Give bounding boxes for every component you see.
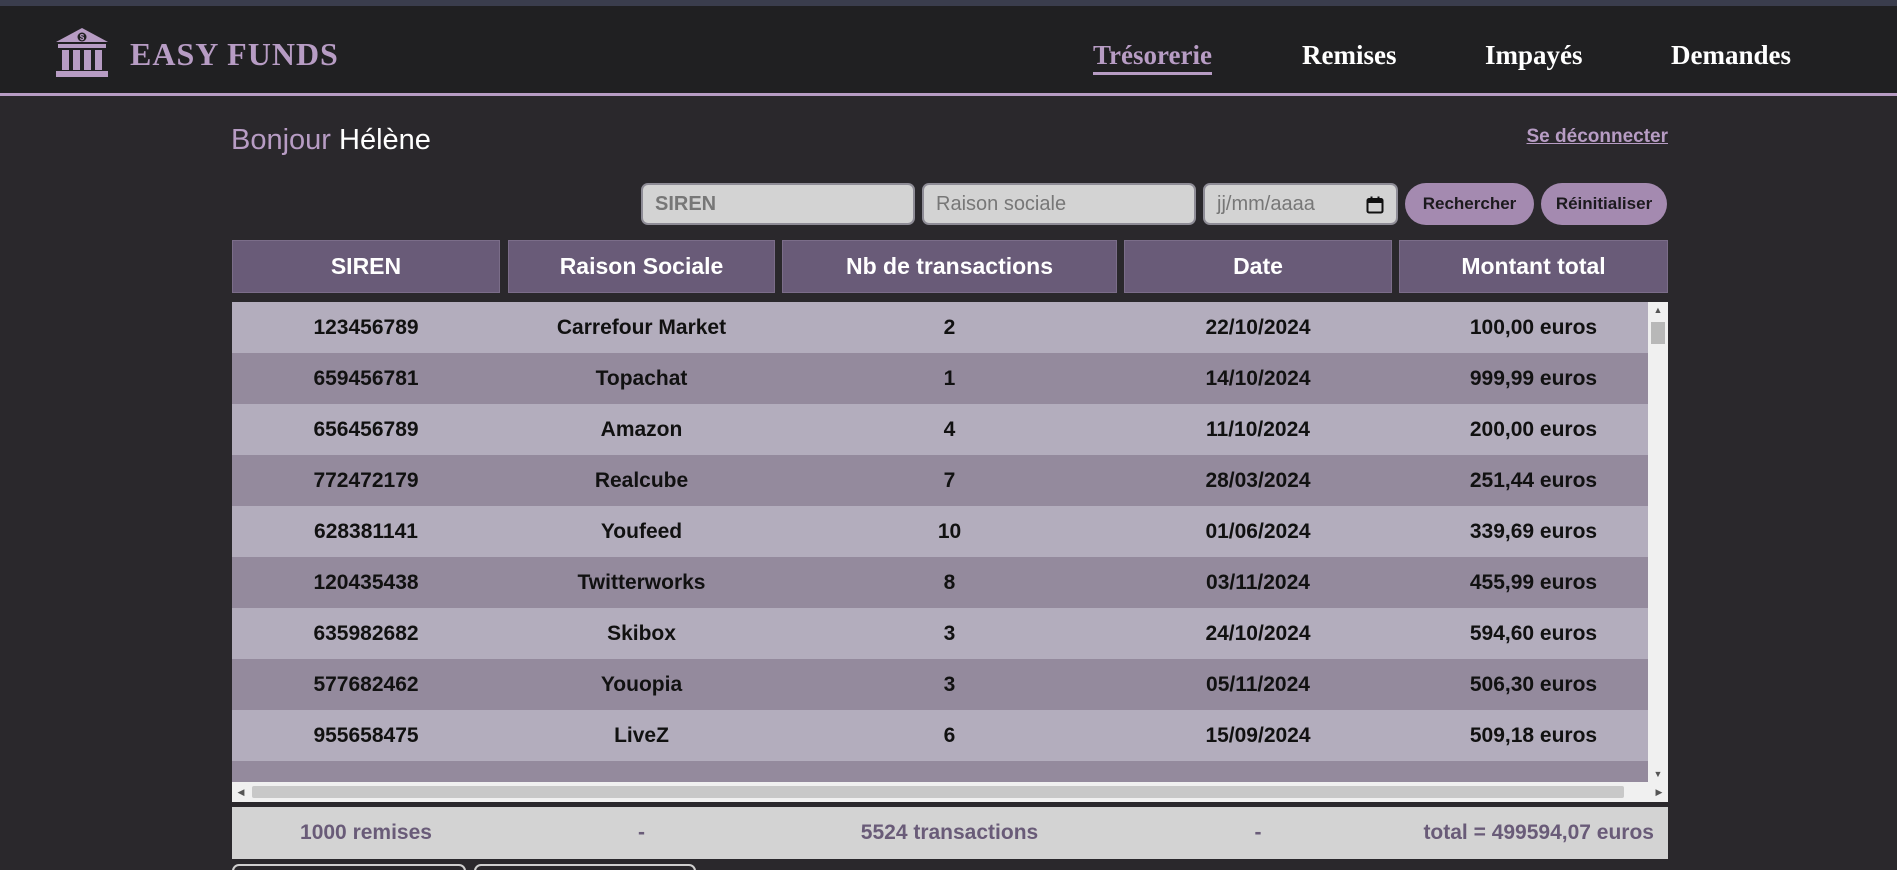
cell-siren: 772472179 <box>313 468 419 492</box>
logo[interactable]: $ EASY FUNDS <box>54 26 339 83</box>
cell-montant-total: 251,44 euros <box>1469 468 1598 492</box>
cell-date: 11/10/2024 <box>1206 417 1310 441</box>
cell-raison-sociale: Skibox <box>607 621 676 645</box>
cell-montant-total: 455,99 euros <box>1469 570 1598 594</box>
user-name: Hélène <box>339 124 431 156</box>
scroll-down-arrow-icon[interactable]: ▼ <box>1648 766 1668 782</box>
cell-nb-transactions: 1 <box>943 366 956 390</box>
cell-siren: 120435438 <box>313 570 419 594</box>
cell-nb-transactions: 10 <box>937 519 962 543</box>
cell-montant-total: 999,99 euros <box>1469 366 1598 390</box>
summary-remises: 1000 remises <box>300 821 432 844</box>
svg-text:$: $ <box>80 33 85 42</box>
cell-siren: 635982682 <box>313 621 419 645</box>
bank-icon: $ <box>54 26 110 83</box>
cell-date: 14/10/2024 <box>1205 366 1311 390</box>
table-row[interactable]: 659456781 Topachat 1 14/10/2024 999,99 euros <box>232 353 1648 404</box>
table-summary: 1000 remises - 5524 transactions - total… <box>232 807 1668 859</box>
cell-nb-transactions: 6 <box>943 723 956 747</box>
cell-siren: 577682462 <box>313 672 419 696</box>
cell-nb-transactions: 7 <box>943 468 956 492</box>
cell-siren: 659456781 <box>313 366 419 390</box>
nav-impayes[interactable]: Impayés <box>1485 40 1583 71</box>
table-row[interactable]: 656456789 Amazon 4 11/10/2024 200,00 euros <box>232 404 1648 455</box>
greeting: Bonjour Hélène <box>231 124 431 157</box>
cell-date: 01/06/2024 <box>1205 519 1311 543</box>
column-header-raison-sociale[interactable]: Raison Sociale <box>508 240 775 293</box>
greeting-prefix: Bonjour <box>231 124 331 156</box>
cell-nb-transactions: 3 <box>943 672 956 696</box>
cell-raison-sociale: Twitterworks <box>577 570 706 594</box>
cell-nb-transactions: 3 <box>943 621 956 645</box>
logout-link[interactable]: Se déconnecter <box>1527 126 1669 148</box>
cell-montant-total: 200,00 euros <box>1469 417 1598 441</box>
cell-siren: 123456789 <box>313 315 419 339</box>
siren-input[interactable] <box>641 183 915 225</box>
raison-sociale-input[interactable] <box>922 183 1196 225</box>
column-header-siren[interactable]: SIREN <box>232 240 500 293</box>
table-row[interactable]: 577682462 Youopia 3 05/11/2024 506,30 euros <box>232 659 1648 710</box>
scroll-right-arrow-icon[interactable]: ▶ <box>1650 782 1668 802</box>
summary-total: total = 499594,07 euros <box>1423 821 1654 844</box>
cell-raison-sociale: Youopia <box>600 672 683 696</box>
horizontal-scroll-thumb[interactable] <box>252 786 1624 798</box>
column-header-montant-total[interactable]: Montant total <box>1399 240 1668 293</box>
table-row[interactable]: 120435438 Twitterworks 8 03/11/2024 455,99 e… <box>232 557 1648 608</box>
pagination-button[interactable] <box>232 864 466 870</box>
reset-button[interactable]: Réinitialiser <box>1541 183 1667 225</box>
cell-date: 28/03/2024 <box>1205 468 1311 492</box>
table-row[interactable] <box>232 761 1648 782</box>
cell-siren: 656456789 <box>313 417 419 441</box>
table-row[interactable]: 123456789 Carrefour Market 2 22/10/2024 100,… <box>232 302 1648 353</box>
cell-montant-total: 339,69 euros <box>1469 519 1598 543</box>
cell-date: 05/11/2024 <box>1206 672 1310 696</box>
horizontal-scrollbar[interactable]: ◀ ▶ <box>232 782 1668 802</box>
date-input[interactable]: jj/mm/aaaa <box>1203 183 1398 225</box>
table-body[interactable]: 123456789 Carrefour Market 2 22/10/2024 100,… <box>232 302 1668 802</box>
table-header: SIREN Raison Sociale Nb de transactions … <box>232 240 1668 293</box>
summary-transactions: 5524 transactions <box>860 821 1039 844</box>
cell-raison-sociale: Carrefour Market <box>556 315 727 339</box>
cell-nb-transactions: 4 <box>943 417 956 441</box>
calendar-icon[interactable] <box>1366 196 1384 214</box>
column-header-nb-transactions[interactable]: Nb de transactions <box>782 240 1117 293</box>
cell-montant-total: 509,18 euros <box>1469 723 1598 747</box>
vertical-scroll-thumb[interactable] <box>1651 322 1665 344</box>
search-button[interactable]: Rechercher <box>1405 183 1534 225</box>
cell-date: 15/09/2024 <box>1205 723 1311 747</box>
summary-separator: - <box>638 821 645 844</box>
cell-nb-transactions: 2 <box>943 315 956 339</box>
table-row[interactable]: 628381141 Youfeed 10 01/06/2024 339,69 euros <box>232 506 1648 557</box>
table-row[interactable]: 955658475 LiveZ 6 15/09/2024 509,18 euros <box>232 710 1648 761</box>
cell-raison-sociale: Youfeed <box>600 519 683 543</box>
pagination-button[interactable] <box>474 864 696 870</box>
cell-date: 22/10/2024 <box>1205 315 1311 339</box>
cell-nb-transactions: 8 <box>943 570 956 594</box>
table-row[interactable]: 772472179 Realcube 7 28/03/2024 251,44 euros <box>232 455 1648 506</box>
date-placeholder: jj/mm/aaaa <box>1217 192 1315 215</box>
cell-raison-sociale: Amazon <box>600 417 683 441</box>
scroll-up-arrow-icon[interactable]: ▲ <box>1648 302 1668 318</box>
table-rows: 123456789 Carrefour Market 2 22/10/2024 100,… <box>232 302 1648 782</box>
nav-demandes[interactable]: Demandes <box>1671 40 1791 71</box>
cell-montant-total: 100,00 euros <box>1469 315 1598 339</box>
scroll-left-arrow-icon[interactable]: ◀ <box>232 782 250 802</box>
column-header-date[interactable]: Date <box>1124 240 1392 293</box>
search-bar: jj/mm/aaaa Rechercher Réinitialiser <box>0 183 1897 225</box>
app-name: EASY FUNDS <box>130 36 339 72</box>
nav-remises[interactable]: Remises <box>1302 40 1396 71</box>
cell-date: 24/10/2024 <box>1205 621 1311 645</box>
navbar: $ EASY FUNDS Trésorerie Remises Impayés … <box>0 6 1897 96</box>
cell-montant-total: 594,60 euros <box>1469 621 1598 645</box>
table-row[interactable]: 635982682 Skibox 3 24/10/2024 594,60 euros <box>232 608 1648 659</box>
cell-montant-total: 506,30 euros <box>1469 672 1598 696</box>
cell-raison-sociale: Realcube <box>594 468 689 492</box>
vertical-scrollbar[interactable]: ▲ ▼ <box>1648 302 1668 782</box>
cell-raison-sociale: LiveZ <box>614 723 669 747</box>
nav-tresorerie[interactable]: Trésorerie <box>1093 40 1212 75</box>
cell-siren: 955658475 <box>313 723 419 747</box>
cell-date: 03/11/2024 <box>1206 570 1310 594</box>
cell-siren: 628381141 <box>314 519 418 543</box>
cell-raison-sociale: Topachat <box>595 366 688 390</box>
